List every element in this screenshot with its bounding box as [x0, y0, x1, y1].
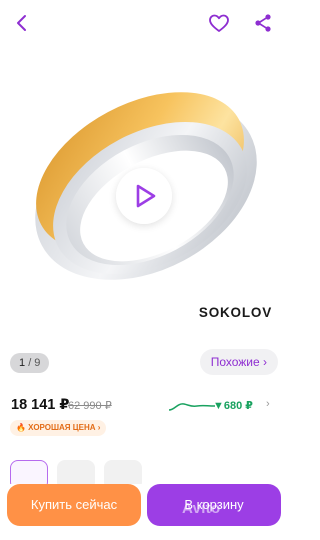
- favorite-button[interactable]: [206, 10, 232, 36]
- price-row: 18 141 ₽ 62 990 ₽ ▼680 ₽ ›: [11, 397, 277, 417]
- price-drop-chevron[interactable]: ›: [266, 398, 270, 410]
- image-counter-total: / 9: [28, 357, 41, 369]
- back-button[interactable]: [10, 10, 36, 36]
- product-gallery[interactable]: SOKOLOV 1 / 9 Похожие ›: [0, 0, 288, 380]
- share-icon: [255, 14, 271, 32]
- price-history-sparkline[interactable]: [167, 397, 217, 415]
- price-drop[interactable]: ▼680 ₽: [213, 399, 253, 412]
- image-counter-current: 1: [19, 357, 26, 369]
- old-price: 62 990 ₽: [68, 400, 112, 412]
- buy-now-button[interactable]: Купить сейчас: [7, 484, 141, 526]
- play-video-button[interactable]: [116, 168, 172, 224]
- chevron-left-icon: [17, 15, 26, 31]
- good-price-badge[interactable]: 🔥 ХОРОШАЯ ЦЕНА ›: [10, 420, 107, 436]
- share-button[interactable]: [250, 10, 276, 36]
- current-price: 18 141 ₽: [11, 397, 70, 413]
- similar-button[interactable]: Похожие ›: [199, 349, 278, 375]
- brand-label: SOKOLOV: [198, 305, 272, 320]
- add-to-cart-button[interactable]: В корзину: [147, 484, 281, 526]
- play-icon: [136, 184, 156, 208]
- bottom-action-bar: Купить сейчас В корзину: [0, 484, 288, 540]
- heart-icon: [209, 14, 229, 32]
- image-counter: 1 / 9: [10, 353, 50, 373]
